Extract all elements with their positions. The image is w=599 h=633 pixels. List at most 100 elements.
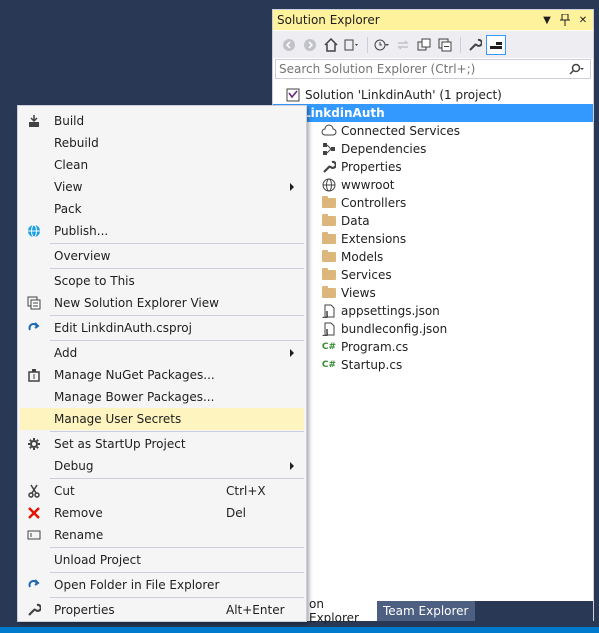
menu-item-open-folder[interactable]: Open Folder in File Explorer	[20, 574, 304, 596]
menu-item-manage-bower[interactable]: Manage Bower Packages...	[20, 386, 304, 408]
menu-item-edit-csproj[interactable]: Edit LinkdinAuth.csproj	[20, 317, 304, 339]
submenu-arrow-icon	[290, 183, 294, 191]
tree-item-label: bundleconfig.json	[341, 322, 448, 336]
menu-separator	[50, 547, 304, 548]
menu-item-label: Manage NuGet Packages...	[54, 368, 215, 382]
search-input[interactable]	[276, 61, 564, 77]
scissors-icon	[20, 484, 48, 498]
tree-item-views[interactable]: Views	[321, 284, 376, 302]
tree-item-data[interactable]: Data	[321, 212, 370, 230]
tree-item-connected-services[interactable]: Connected Services	[321, 122, 460, 140]
tree-item-controllers[interactable]: Controllers	[321, 194, 406, 212]
home-icon[interactable]	[321, 35, 341, 55]
csharp-file-icon: C#	[321, 342, 337, 352]
menu-separator	[50, 478, 304, 479]
menu-item-add[interactable]: Add	[20, 342, 304, 364]
menu-item-label: Cut	[54, 484, 75, 498]
wrench-icon[interactable]	[465, 35, 485, 55]
project-context-menu: Build Rebuild Clean View Pack Publish...…	[17, 105, 307, 622]
toolbar-separator	[367, 36, 368, 53]
menu-item-label: Publish...	[54, 224, 109, 238]
menu-item-label: Manage User Secrets	[54, 412, 182, 426]
menu-item-label: Overview	[54, 249, 111, 263]
menu-item-build[interactable]: Build	[20, 110, 304, 132]
gear-icon	[20, 437, 48, 451]
menu-separator	[50, 340, 304, 341]
menu-item-publish[interactable]: Publish...	[20, 220, 304, 242]
tree-item-label: wwwroot	[341, 178, 395, 192]
menu-item-label: Add	[54, 346, 78, 360]
menu-item-overview[interactable]: Overview	[20, 245, 304, 267]
tree-item-properties[interactable]: Properties	[321, 158, 402, 176]
tree-item-label: Solution 'LinkdinAuth' (1 project)	[305, 88, 502, 102]
folder-icon	[321, 285, 337, 301]
wrench-icon	[20, 603, 48, 617]
tree-item-label: Dependencies	[341, 142, 427, 156]
collapse-all-icon[interactable]	[435, 35, 455, 55]
menu-item-clean[interactable]: Clean	[20, 154, 304, 176]
new-view-icon	[20, 296, 48, 310]
menu-item-manage-nuget[interactable]: Manage NuGet Packages...	[20, 364, 304, 386]
tree-item-services[interactable]: Services	[321, 266, 392, 284]
folder-icon	[321, 213, 337, 229]
refresh-arrow-icon	[20, 578, 48, 592]
submenu-arrow-icon	[290, 349, 294, 357]
menu-item-rebuild[interactable]: Rebuild	[20, 132, 304, 154]
menu-item-view[interactable]: View	[20, 176, 304, 198]
search-icon[interactable]	[564, 63, 590, 75]
pending-changes-filter-icon[interactable]	[372, 35, 392, 55]
tree-item-label: appsettings.json	[341, 304, 440, 318]
build-icon	[20, 114, 48, 128]
tree-item-bundleconfig[interactable]: bundleconfig.json	[321, 320, 447, 338]
globe-icon	[20, 224, 48, 238]
menu-item-unload-project[interactable]: Unload Project	[20, 549, 304, 571]
menu-item-label: Properties	[54, 603, 115, 617]
switch-views-icon[interactable]	[342, 35, 362, 55]
tab-label: on Explorer	[309, 597, 359, 625]
menu-item-manage-user-secrets[interactable]: Manage User Secrets	[20, 408, 304, 430]
tool-window-tabs: on Explorer Team Explorer	[273, 597, 593, 625]
tree-item-label: Program.cs	[341, 340, 409, 354]
close-icon[interactable]: ✕	[575, 12, 591, 28]
search-box[interactable]	[275, 59, 591, 79]
tree-item-extensions[interactable]: Extensions	[321, 230, 406, 248]
tree-item-wwwroot[interactable]: wwwroot	[321, 176, 395, 194]
window-position-dropdown-icon[interactable]: ▼	[539, 12, 555, 28]
pin-icon[interactable]	[557, 12, 573, 28]
refresh-icon[interactable]	[414, 35, 434, 55]
menu-item-scope-to-this[interactable]: Scope to This	[20, 270, 304, 292]
back-icon[interactable]	[279, 35, 299, 55]
rename-icon	[20, 528, 48, 542]
globe-icon	[321, 177, 337, 193]
menu-item-rename[interactable]: Rename	[20, 524, 304, 546]
menu-item-debug[interactable]: Debug	[20, 455, 304, 477]
menu-item-cut[interactable]: Cut Ctrl+X	[20, 480, 304, 502]
tree-item-project[interactable]: LinkdinAuth	[273, 104, 593, 122]
menu-item-shortcut: Ctrl+X	[226, 484, 266, 498]
remove-x-icon	[20, 506, 48, 520]
menu-item-label: Manage Bower Packages...	[54, 390, 215, 404]
menu-item-label: View	[54, 180, 83, 194]
submenu-arrow-icon	[290, 462, 294, 470]
tree-item-appsettings[interactable]: appsettings.json	[321, 302, 440, 320]
menu-item-set-startup-project[interactable]: Set as StartUp Project	[20, 433, 304, 455]
menu-item-remove[interactable]: Remove Del	[20, 502, 304, 524]
menu-separator	[50, 315, 304, 316]
forward-icon[interactable]	[300, 35, 320, 55]
menu-item-new-solution-explorer-view[interactable]: New Solution Explorer View	[20, 292, 304, 314]
tree-item-solution[interactable]: Solution 'LinkdinAuth' (1 project)	[285, 86, 585, 104]
tree-item-label: Controllers	[341, 196, 407, 210]
preview-selected-items-icon[interactable]	[486, 34, 506, 55]
tree-item-program-cs[interactable]: C# Program.cs	[321, 338, 408, 356]
tab-team-explorer[interactable]: Team Explorer	[377, 601, 475, 621]
tree-item-models[interactable]: Models	[321, 248, 383, 266]
menu-separator	[50, 268, 304, 269]
wrench-icon	[321, 159, 337, 175]
solution-explorer-title-bar[interactable]: Solution Explorer ▼ ✕	[273, 10, 593, 30]
tree-item-startup-cs[interactable]: C# Startup.cs	[321, 356, 402, 374]
tree-item-dependencies[interactable]: Dependencies	[321, 140, 426, 158]
sync-with-active-document-icon[interactable]	[393, 35, 413, 55]
json-file-icon	[321, 303, 337, 319]
menu-item-properties[interactable]: Properties Alt+Enter	[20, 599, 304, 621]
menu-item-pack[interactable]: Pack	[20, 198, 304, 220]
